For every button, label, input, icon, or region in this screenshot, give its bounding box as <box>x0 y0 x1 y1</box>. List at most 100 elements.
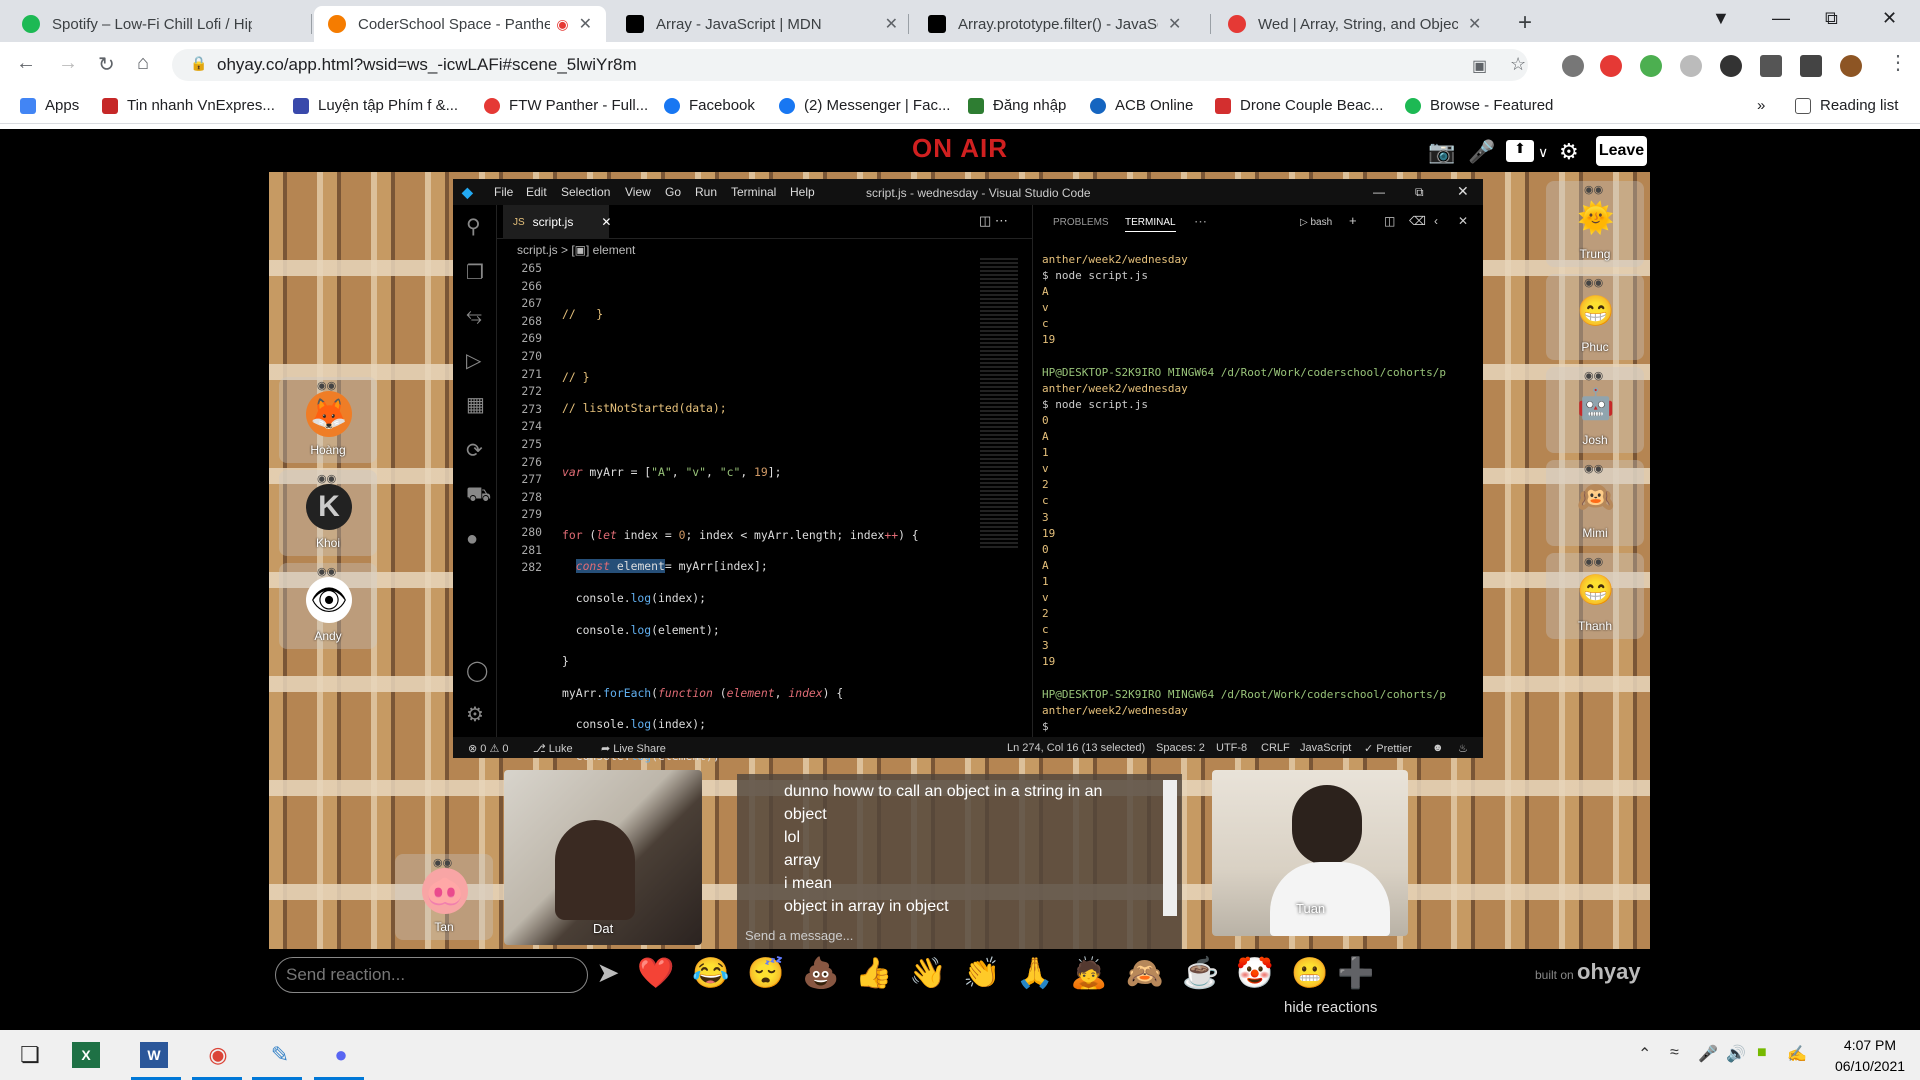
minimap[interactable] <box>980 258 1018 548</box>
bookmark-vnexpress[interactable]: Tin nhanh VnExpres... <box>102 97 275 114</box>
bookmark-dang-nhap[interactable]: Đăng nhập <box>968 97 1066 114</box>
close-tab-icon[interactable]: ✕ <box>1468 14 1481 34</box>
close-panel-icon[interactable]: ✕ <box>1458 214 1468 228</box>
menu-edit[interactable]: Edit <box>526 185 547 199</box>
participant-phuc[interactable]: ◉◉ 😁 Phuc <box>1546 274 1644 360</box>
tab-coderschool[interactable]: CoderSchool Space - Panthe ◉ ✕ <box>314 6 606 42</box>
queue-icon[interactable] <box>1800 55 1822 77</box>
participant-tan[interactable]: ◉◉ 🐽 Tan <box>395 854 493 940</box>
avatar[interactable] <box>1840 55 1862 77</box>
gear-icon[interactable]: ⚙ <box>1559 139 1579 165</box>
participant-thanh[interactable]: ◉◉ 😁 Thanh <box>1546 553 1644 639</box>
chrome-icon[interactable]: ◉ <box>198 1036 238 1074</box>
extensions-icon[interactable]: ▦ <box>466 392 485 417</box>
user-status[interactable]: ⎇ Luke <box>533 742 573 755</box>
camera-icon[interactable]: ▣ <box>1472 56 1487 76</box>
mic-off-icon[interactable]: 🎤 <box>1468 139 1495 165</box>
maximize-icon[interactable]: ⧉ <box>1825 8 1838 29</box>
forward-icon[interactable]: → <box>58 52 78 75</box>
tab-search-icon[interactable]: ▼ <box>1712 8 1730 29</box>
chevron-down-icon[interactable]: ∨ <box>1538 144 1548 161</box>
tab-mdn-filter[interactable]: Array.prototype.filter() - JavaScrip ✕ <box>914 6 1214 42</box>
more-icon[interactable]: ⋯ <box>1194 214 1207 230</box>
split-terminal-icon[interactable]: ◫ <box>1384 214 1395 228</box>
participant-khoi[interactable]: ◉◉ K Khoi <box>279 470 377 556</box>
more-bookmarks-icon[interactable]: » <box>1757 97 1765 114</box>
chevron-left-icon[interactable]: ‹ <box>1434 214 1438 228</box>
bookmark-messenger[interactable]: (2) Messenger | Fac... <box>779 97 950 114</box>
bookmark-acb[interactable]: ACB Online <box>1090 97 1193 114</box>
send-reaction-input[interactable]: Send reaction... <box>275 957 588 993</box>
problems-count[interactable]: ⊗ 0 ⚠ 0 <box>468 742 508 755</box>
coffee-emoji-button[interactable]: ☕ <box>1181 956 1221 991</box>
close-icon[interactable]: ✕ <box>601 215 611 229</box>
language-mode[interactable]: JavaScript <box>1300 742 1351 754</box>
search-icon[interactable]: ⚲ <box>466 214 481 239</box>
built-on-ohyay[interactable]: built on ohyay <box>1535 959 1641 985</box>
chat-scrollbar[interactable] <box>1163 780 1177 916</box>
discord-icon[interactable]: ● <box>321 1036 361 1074</box>
pray-emoji-button[interactable]: 🙏 <box>1015 956 1055 991</box>
minimize-icon[interactable]: — <box>1373 185 1385 199</box>
menu-file[interactable]: File <box>494 185 513 199</box>
see-no-evil-emoji-button[interactable]: 🙈 <box>1125 956 1165 991</box>
close-window-icon[interactable]: ✕ <box>1882 8 1897 29</box>
close-icon[interactable]: ✕ <box>1457 183 1469 200</box>
windows-start-icon[interactable]: ❏ <box>10 1036 50 1074</box>
editor-tab-script[interactable]: JS script.js ✕ <box>503 205 611 239</box>
mongodb-icon[interactable]: ● <box>466 528 478 551</box>
extension-icon[interactable] <box>1720 55 1742 77</box>
leave-button[interactable]: Leave <box>1596 136 1647 166</box>
camera-off-icon[interactable]: 📷 <box>1428 139 1455 165</box>
bookmark-typing[interactable]: Luyện tập Phím f &... <box>293 97 458 114</box>
trash-icon[interactable]: ⌫ <box>1409 214 1426 228</box>
url-text[interactable]: ohyay.co/app.html?wsid=ws_-icwLAFi#scene… <box>217 55 637 75</box>
encoding[interactable]: UTF-8 <box>1216 742 1247 754</box>
menu-run[interactable]: Run <box>695 185 717 199</box>
bookmark-star-icon[interactable]: ☆ <box>1510 54 1526 75</box>
menu-terminal[interactable]: Terminal <box>731 185 776 199</box>
add-terminal-icon[interactable]: + <box>1349 213 1357 228</box>
paint-icon[interactable]: ✎ <box>260 1036 300 1074</box>
puzzle-icon[interactable] <box>1760 55 1782 77</box>
microphone-icon[interactable]: 🎤 <box>1698 1044 1718 1064</box>
gear-icon[interactable]: ⚙ <box>466 702 484 727</box>
menu-selection[interactable]: Selection <box>561 185 610 199</box>
share-screen-icon[interactable]: ⬆ <box>1506 140 1534 162</box>
bookmark-facebook[interactable]: Facebook <box>664 97 755 114</box>
remote-icon[interactable]: ⟳ <box>466 438 483 463</box>
menu-go[interactable]: Go <box>665 185 681 199</box>
word-icon[interactable]: W <box>140 1042 168 1068</box>
participant-andy[interactable]: ◉◉ 👁 Andy <box>279 563 377 649</box>
bookmark-spotify[interactable]: Browse - Featured <box>1405 97 1553 114</box>
menu-icon[interactable]: ⋮ <box>1888 50 1908 75</box>
volume-icon[interactable]: 🔊 <box>1726 1044 1746 1064</box>
tray-expand-icon[interactable]: ⌃ <box>1638 1044 1651 1064</box>
nvidia-icon[interactable]: ■ <box>1757 1044 1767 1062</box>
send-icon[interactable]: ➤ <box>588 956 628 989</box>
maximize-icon[interactable]: ⧉ <box>1415 185 1424 200</box>
extension-icon[interactable] <box>1562 55 1584 77</box>
menu-view[interactable]: View <box>625 185 651 199</box>
extension-icon[interactable] <box>1640 55 1662 77</box>
reload-icon[interactable]: ↻ <box>98 52 115 77</box>
prettier-status[interactable]: ✓ Prettier <box>1364 742 1412 755</box>
live-share-status[interactable]: ➦ Live Share <box>601 742 666 755</box>
close-tab-icon[interactable]: ✕ <box>885 14 898 34</box>
tab-mdn-array[interactable]: Array - JavaScript | MDN ✕ <box>612 6 912 42</box>
heart-emoji-button[interactable]: ❤️ <box>636 956 676 991</box>
pen-icon[interactable]: ✍ <box>1787 1044 1807 1064</box>
hide-reactions-link[interactable]: hide reactions <box>1284 999 1377 1016</box>
clown-emoji-button[interactable]: 🤡 <box>1235 956 1275 991</box>
bow-emoji-button[interactable]: 🙇 <box>1069 956 1109 991</box>
chat-message-input[interactable]: Send a message... <box>745 928 853 943</box>
new-tab-icon[interactable]: + <box>1518 9 1532 37</box>
terminal-shell-select[interactable]: ▷ bash <box>1300 217 1332 228</box>
bookmark-apps[interactable]: Apps <box>20 97 79 114</box>
wave-emoji-button[interactable]: 👋 <box>908 956 948 991</box>
cursor-position[interactable]: Ln 274, Col 16 (13 selected) <box>1007 742 1145 754</box>
adblock-icon[interactable] <box>1600 55 1622 77</box>
home-icon[interactable]: ⌂ <box>137 52 149 75</box>
bookmark-drone[interactable]: Drone Couple Beac... <box>1215 97 1383 114</box>
tab-spotify[interactable]: Spotify – Low-Fi Chill Lofi / Hip-H <box>8 6 266 42</box>
